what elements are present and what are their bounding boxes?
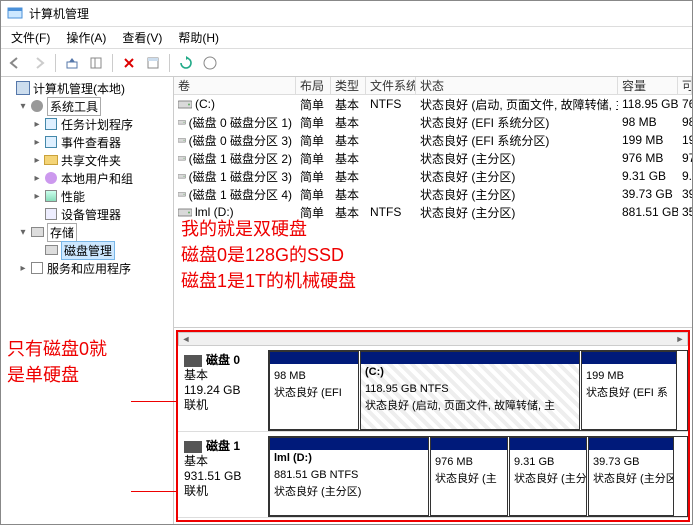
- scroll-left-icon[interactable]: ◄: [179, 334, 193, 344]
- tree-root[interactable]: 计算机管理(本地): [3, 79, 173, 97]
- disk-partitions: 98 MB状态良好 (EFI(C:)118.95 GB NTFS状态良好 (启动…: [268, 350, 688, 431]
- col-layout[interactable]: 布局: [296, 77, 331, 94]
- delete-button[interactable]: [119, 53, 139, 73]
- tree-system-tools[interactable]: ▾系统工具: [17, 97, 173, 115]
- disk-block[interactable]: 磁盘 1基本931.51 GB联机lml (D:)881.51 GB NTFS状…: [178, 436, 688, 518]
- menu-action[interactable]: 操作(A): [60, 27, 112, 48]
- disk-icon: [184, 441, 202, 453]
- drive-icon: [178, 188, 186, 200]
- body: 计算机管理(本地) ▾系统工具 ▸任务计划程序 ▸事件查看器 ▸共享文件夹 ▸本…: [1, 77, 692, 524]
- tree-performance[interactable]: ▸性能: [31, 187, 173, 205]
- back-button[interactable]: [5, 53, 25, 73]
- annotation-arrow-1: [131, 401, 176, 402]
- col-capacity[interactable]: 容量: [618, 77, 678, 94]
- table-row[interactable]: (磁盘 1 磁盘分区 3)简单基本状态良好 (主分区)9.31 GB9.3: [174, 167, 692, 185]
- partition[interactable]: (C:)118.95 GB NTFS状态良好 (启动, 页面文件, 故障转储, …: [360, 351, 580, 430]
- table-row[interactable]: (磁盘 1 磁盘分区 4)简单基本状态良好 (主分区)39.73 GB39: [174, 185, 692, 203]
- drive-icon: [178, 134, 186, 146]
- col-filesystem[interactable]: 文件系统: [366, 77, 416, 94]
- toolbar: [1, 49, 692, 77]
- partition[interactable]: 98 MB状态良好 (EFI: [269, 351, 359, 430]
- tree-device-manager[interactable]: 设备管理器: [31, 205, 173, 223]
- titlebar: 计算机管理: [1, 1, 692, 27]
- app-icon: [7, 6, 23, 22]
- menubar: 文件(F) 操作(A) 查看(V) 帮助(H): [1, 27, 692, 49]
- disk-icon: [184, 355, 202, 367]
- menu-file[interactable]: 文件(F): [5, 27, 56, 48]
- annotation-arrow-2: [131, 491, 176, 492]
- help-button[interactable]: [200, 53, 220, 73]
- partition[interactable]: 976 MB状态良好 (主: [430, 437, 508, 516]
- menu-help[interactable]: 帮助(H): [172, 27, 225, 48]
- partition[interactable]: lml (D:)881.51 GB NTFS状态良好 (主分区): [269, 437, 429, 516]
- partition[interactable]: 199 MB状态良好 (EFI 系: [581, 351, 677, 430]
- drive-icon: [178, 170, 186, 182]
- table-row[interactable]: (磁盘 0 磁盘分区 1)简单基本状态良好 (EFI 系统分区)98 MB98: [174, 113, 692, 131]
- disk-hscroll[interactable]: ◄►: [178, 332, 688, 346]
- disk-info: 磁盘 0基本119.24 GB联机: [178, 350, 268, 431]
- up-button[interactable]: [62, 53, 82, 73]
- col-type[interactable]: 类型: [331, 77, 366, 94]
- tree-task-scheduler[interactable]: ▸任务计划程序: [31, 115, 173, 133]
- table-header: 卷 布局 类型 文件系统 状态 容量 可: [174, 77, 692, 95]
- refresh-button[interactable]: [176, 53, 196, 73]
- drive-icon: [178, 98, 192, 110]
- nav-tree[interactable]: 计算机管理(本地) ▾系统工具 ▸任务计划程序 ▸事件查看器 ▸共享文件夹 ▸本…: [1, 77, 174, 524]
- col-status[interactable]: 状态: [416, 77, 618, 94]
- disk-info: 磁盘 1基本931.51 GB联机: [178, 436, 268, 517]
- partition[interactable]: 9.31 GB状态良好 (主分: [509, 437, 587, 516]
- menu-view[interactable]: 查看(V): [116, 27, 168, 48]
- scroll-right-icon[interactable]: ►: [673, 334, 687, 344]
- annotation-left: 只有磁盘0就 是单硬盘: [7, 336, 107, 388]
- tree-local-users[interactable]: ▸本地用户和组: [31, 169, 173, 187]
- tree-storage[interactable]: ▾存储: [17, 223, 173, 241]
- partition[interactable]: 39.73 GB状态良好 (主分区): [588, 437, 674, 516]
- properties-button[interactable]: [143, 53, 163, 73]
- col-rest[interactable]: 可: [678, 77, 692, 94]
- table-row[interactable]: (磁盘 1 磁盘分区 2)简单基本状态良好 (主分区)976 MB97: [174, 149, 692, 167]
- annotation-main: 我的就是双硬盘 磁盘0是128G的SSD 磁盘1是1T的机械硬盘: [181, 216, 356, 294]
- disk-graphical-area: ◄► 磁盘 0基本119.24 GB联机98 MB状态良好 (EFI(C:)11…: [176, 330, 690, 522]
- window-frame: 计算机管理 文件(F) 操作(A) 查看(V) 帮助(H) 计算机管理(本地): [0, 0, 693, 525]
- show-hide-button[interactable]: [86, 53, 106, 73]
- tree-event-viewer[interactable]: ▸事件查看器: [31, 133, 173, 151]
- disk-partitions: lml (D:)881.51 GB NTFS状态良好 (主分区)976 MB状态…: [268, 436, 688, 517]
- table-row[interactable]: (C:)简单基本NTFS状态良好 (启动, 页面文件, 故障转储, 主分区)11…: [174, 95, 692, 113]
- disk-block[interactable]: 磁盘 0基本119.24 GB联机98 MB状态良好 (EFI(C:)118.9…: [178, 350, 688, 432]
- tree-services[interactable]: ▸服务和应用程序: [17, 259, 173, 277]
- main-panel: 卷 布局 类型 文件系统 状态 容量 可 (C:)简单基本NTFS状态良好 (启…: [174, 77, 692, 524]
- table-row[interactable]: (磁盘 0 磁盘分区 3)简单基本状态良好 (EFI 系统分区)199 MB19: [174, 131, 692, 149]
- drive-icon: [178, 116, 186, 128]
- drive-icon: [178, 152, 186, 164]
- col-volume[interactable]: 卷: [174, 77, 296, 94]
- tree-disk-management[interactable]: 磁盘管理: [31, 241, 173, 259]
- forward-button[interactable]: [29, 53, 49, 73]
- window-title: 计算机管理: [29, 5, 89, 22]
- tree-shared-folders[interactable]: ▸共享文件夹: [31, 151, 173, 169]
